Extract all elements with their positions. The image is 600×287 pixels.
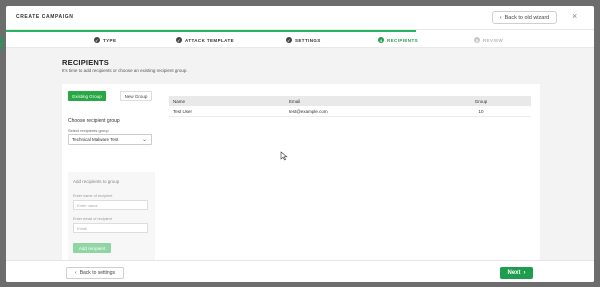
page-title: RECIPIENTS xyxy=(62,58,110,67)
step-label: ATTACK TEMPLATE xyxy=(185,37,234,43)
back-to-settings-label: Back to settings xyxy=(79,270,115,276)
add-recipient-button[interactable]: Add recipient xyxy=(73,243,111,253)
next-label: Next xyxy=(507,270,521,276)
page-subtitle: It's time to add recipients or choose an… xyxy=(62,68,188,73)
cell-group: 10 xyxy=(478,108,484,114)
wizard-stepper: ✓ TYPE ✓ ATTACK TEMPLATE ✓ SETTINGS 4 RE… xyxy=(6,29,594,48)
step-number: 4 xyxy=(378,37,384,43)
step-settings[interactable]: ✓ SETTINGS xyxy=(286,37,321,43)
dialog-title: CREATE CAMPAIGN xyxy=(16,14,74,20)
add-recipients-title: Add recipients to group xyxy=(73,179,120,184)
chevron-left-icon: ‹ xyxy=(75,270,77,276)
name-input[interactable]: Enter name xyxy=(73,200,148,210)
check-icon: ✓ xyxy=(176,37,182,43)
mouse-cursor-icon xyxy=(280,151,288,161)
step-label: REVIEW xyxy=(483,37,504,43)
dialog-header: CREATE CAMPAIGN ‹ Back to old wizard × xyxy=(6,6,594,29)
new-group-button[interactable]: New Group xyxy=(120,91,152,101)
stepper-progress-bar xyxy=(6,30,416,32)
back-to-old-wizard-button[interactable]: ‹ Back to old wizard xyxy=(492,11,557,24)
column-header-email[interactable]: Email xyxy=(289,99,431,104)
step-recipients[interactable]: 4 RECIPIENTS xyxy=(378,37,418,43)
next-button[interactable]: Next › xyxy=(500,267,533,279)
cell-name: Test User xyxy=(173,108,193,114)
existing-group-button[interactable]: Existing Group xyxy=(68,91,106,101)
back-to-old-wizard-label: Back to old wizard xyxy=(504,14,550,21)
step-review[interactable]: 5 REVIEW xyxy=(474,37,503,43)
chevron-left-icon: ‹ xyxy=(499,14,502,21)
recipients-card: Existing Group New Group Choose recipien… xyxy=(62,84,540,260)
step-attack-template[interactable]: ✓ ATTACK TEMPLATE xyxy=(176,37,234,43)
check-icon: ✓ xyxy=(94,37,100,43)
recipient-group-select[interactable]: Technical Malware Test ⌄ xyxy=(68,134,152,145)
step-type[interactable]: ✓ TYPE xyxy=(94,37,116,43)
page-edge-accent xyxy=(0,36,3,50)
column-header-name[interactable]: Name xyxy=(169,99,289,104)
dialog-footer: ‹ Back to settings Next › xyxy=(6,260,594,282)
table-header: Name Email Group xyxy=(169,96,531,106)
step-label: RECIPIENTS xyxy=(387,37,419,43)
step-number: 5 xyxy=(474,37,480,43)
recipients-table: Name Email Group Test User test@example.… xyxy=(169,96,531,117)
email-field-label: Enter email of recipient xyxy=(73,217,112,221)
email-input[interactable]: Email xyxy=(73,223,148,233)
close-icon[interactable]: × xyxy=(572,11,577,21)
name-field-label: Enter name of recipient xyxy=(73,194,113,198)
add-recipients-panel: Add recipients to group Enter name of re… xyxy=(68,172,155,260)
step-label: TYPE xyxy=(103,37,117,43)
column-header-group[interactable]: Group xyxy=(431,99,531,104)
cell-email: test@example.com xyxy=(289,108,328,114)
chevron-right-icon: › xyxy=(523,270,526,276)
step-label: SETTINGS xyxy=(295,37,321,43)
selected-group: Technical Malware Test xyxy=(72,137,119,142)
chevron-down-icon: ⌄ xyxy=(141,137,147,143)
table-row[interactable]: Test User test@example.com 10 xyxy=(169,106,531,117)
back-to-settings-button[interactable]: ‹ Back to settings xyxy=(66,267,124,279)
check-icon: ✓ xyxy=(286,37,292,43)
create-campaign-dialog: CREATE CAMPAIGN ‹ Back to old wizard × ✓… xyxy=(6,6,594,282)
select-group-label: Select recipients group xyxy=(68,128,109,133)
choose-group-label: Choose recipient group xyxy=(68,118,120,124)
